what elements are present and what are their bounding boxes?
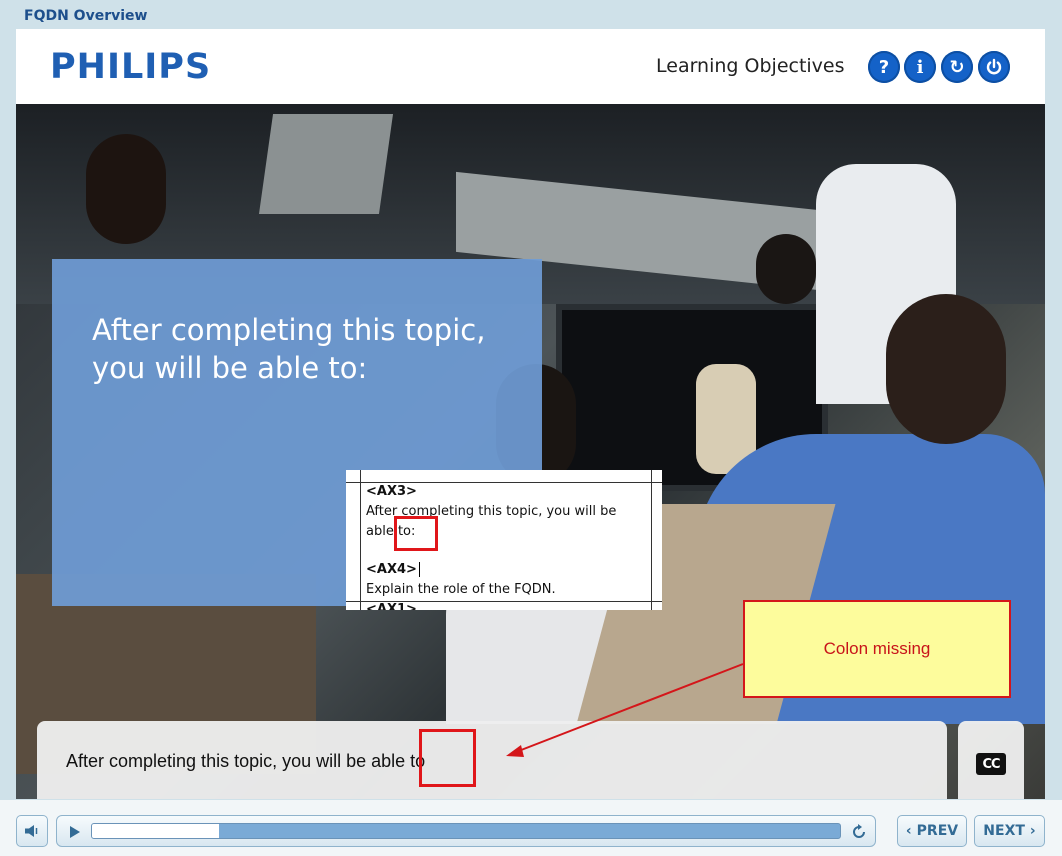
playbar [56,815,876,847]
volume-button[interactable] [16,815,48,847]
next-button[interactable]: NEXT › [974,815,1045,847]
player-controls: ‹ PREV NEXT › [0,800,1062,856]
play-icon [70,826,80,838]
section-title: Learning Objectives [656,55,845,77]
header: PHILIPS Learning Objectives ? i ↻ [16,29,1045,104]
chevron-right-icon: › [1029,823,1036,839]
prev-button[interactable]: ‹ PREV [897,815,967,847]
slide-stage: After completing this topic, you will be… [16,104,1045,799]
power-icon [986,58,1002,75]
info-icon: i [916,56,924,78]
progress-slider[interactable] [91,823,841,839]
philips-logo: PHILIPS [50,47,212,87]
annotation-arrow [506,663,744,757]
course-title: FQDN Overview [24,8,148,24]
progress-fill [92,824,220,838]
speaker-icon [25,825,38,837]
question-icon: ? [878,56,890,78]
prev-label: PREV [916,823,959,839]
rewind-icon [853,824,865,838]
exit-button[interactable] [978,51,1010,83]
play-button[interactable] [65,822,85,842]
info-button[interactable]: i [904,51,936,83]
chevron-left-icon: ‹ [905,823,912,839]
player-frame: FQDN Overview PHILIPS Learning Objective… [0,0,1062,856]
replay-icon: ↻ [949,56,965,78]
help-button[interactable]: ? [868,51,900,83]
replay-button[interactable]: ↻ [941,51,973,83]
next-label: NEXT [983,823,1025,839]
rewind-button[interactable] [849,822,869,842]
